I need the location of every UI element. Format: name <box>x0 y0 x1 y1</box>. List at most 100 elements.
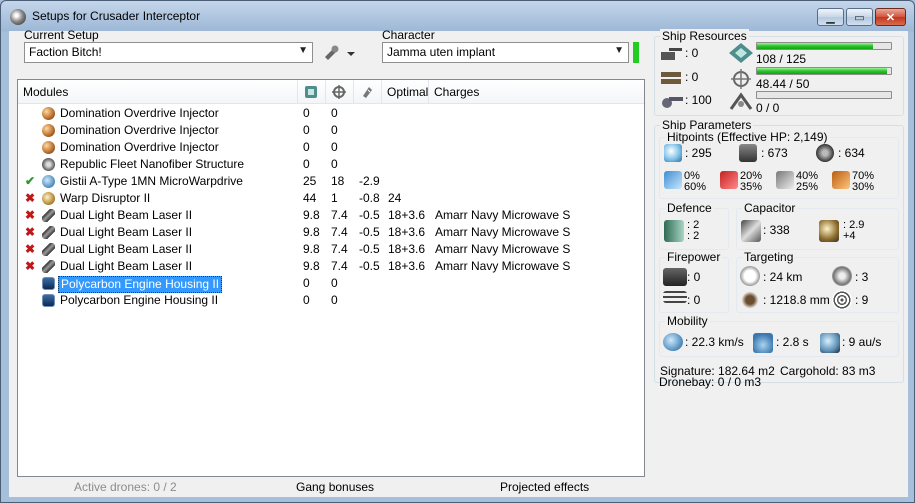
module-row[interactable]: Polycarbon Engine Housing II 0 0 <box>18 292 644 309</box>
module-optimal: 18+3.6 <box>388 225 426 239</box>
module-name: Dual Light Beam Laser II <box>60 242 193 256</box>
module-state-icon[interactable]: ✖ <box>24 208 36 222</box>
ship-parameters-group: Ship Parameters Hitpoints (Effective HP:… <box>654 118 904 383</box>
turret-dps-value: : 0 <box>687 270 701 284</box>
module-state-icon[interactable]: ✖ <box>24 225 36 239</box>
module-cpu: 0 <box>303 140 310 154</box>
projected-effects-button[interactable]: Projected effects <box>500 480 589 494</box>
minimize-button[interactable]: ▁ <box>817 8 844 26</box>
module-capacitor: -0.5 <box>359 208 380 222</box>
modules-header: Modules Optimal Charges <box>18 80 644 104</box>
character-select[interactable]: Jamma uten implant ▼ <box>382 42 629 63</box>
module-row[interactable]: Republic Fleet Nanofiber Structure 0 0 <box>18 156 644 173</box>
maximize-button[interactable]: ▭ <box>846 8 873 26</box>
powergrid-bar <box>756 67 892 75</box>
capacitor-recharge-icon <box>819 220 839 242</box>
module-name: Domination Overdrive Injector <box>60 106 219 120</box>
overdrive-icon <box>42 141 55 154</box>
cargohold-capacity: Cargohold: 83 m3 <box>780 364 876 378</box>
module-optimal: 18+3.6 <box>388 208 426 222</box>
setup-select[interactable]: Faction Bitch! ▼ <box>24 42 313 63</box>
col-cpu[interactable] <box>298 80 326 104</box>
powergrid-bar-fill <box>757 68 887 74</box>
laser-icon <box>42 260 55 273</box>
align-time-icon <box>753 333 773 353</box>
close-button[interactable]: ✕ <box>875 8 906 26</box>
warp-speed-icon <box>820 333 840 353</box>
module-optimal: 24 <box>388 191 402 205</box>
module-row[interactable]: ✖ Warp Disruptor II 44 1 -0.8 24 <box>18 190 644 207</box>
module-capacitor: -0.5 <box>359 242 380 256</box>
module-cpu: 0 <box>303 123 310 137</box>
armor-hp-value: : 673 <box>761 146 788 160</box>
kinetic-resist-bottom: 25% <box>796 181 819 193</box>
missile-dps-value: : 0 <box>687 293 701 307</box>
module-optimal: 18+3.6 <box>388 259 426 273</box>
col-optimal[interactable]: Optimal <box>382 80 429 104</box>
defence-group: Defence : 2 : 2 <box>659 201 729 250</box>
module-row[interactable]: Domination Overdrive Injector 0 0 <box>18 139 644 156</box>
module-state-icon[interactable]: ✔ <box>24 174 36 188</box>
module-state-icon[interactable]: ✖ <box>24 242 36 256</box>
module-row[interactable]: Polycarbon Engine Housing II 0 0 <box>18 275 644 293</box>
max-targets-icon <box>832 266 852 286</box>
module-name: Dual Light Beam Laser II <box>60 225 193 239</box>
module-capacitor: -0.5 <box>359 259 380 273</box>
module-row[interactable]: ✖ Dual Light Beam Laser II 9.8 7.4 -0.5 18+3.… <box>18 224 644 241</box>
defence-title: Defence <box>665 201 714 215</box>
module-powergrid: 0 <box>331 123 338 137</box>
thermal-resist-bottom: 35% <box>740 181 763 193</box>
module-name: Polycarbon Engine Housing II <box>60 293 219 307</box>
module-powergrid: 0 <box>331 106 338 120</box>
col-modules[interactable]: Modules <box>18 80 298 104</box>
capacitor-delta-value: +4 <box>843 230 856 242</box>
module-name: Polycarbon Engine Housing II <box>58 276 223 293</box>
power-grid-icon <box>731 69 751 89</box>
module-capacitor: -0.5 <box>359 225 380 239</box>
power-grid-icon <box>332 85 346 99</box>
thermal-resist-icon <box>720 171 738 189</box>
wrench-icon <box>325 45 355 60</box>
laser-icon <box>42 226 55 239</box>
title-bar[interactable]: Setups for Crusader Interceptor ▁ ▭ ✕ <box>1 1 914 31</box>
em-resist-bottom: 60% <box>684 181 707 193</box>
col-charges[interactable]: Charges <box>429 80 644 104</box>
module-row[interactable]: ✔ Gistii A-Type 1MN MicroWarpdrive 25 18 -2.… <box>18 173 644 190</box>
col-capacitor[interactable] <box>354 80 382 104</box>
module-powergrid: 0 <box>331 157 338 171</box>
module-capacitor: -0.8 <box>359 191 380 205</box>
cpu-icon <box>729 43 753 63</box>
shield-icon <box>664 144 682 162</box>
em-resist-icon <box>664 171 682 189</box>
module-state-icon[interactable]: ✖ <box>24 259 36 273</box>
module-powergrid: 0 <box>331 293 338 307</box>
setup-tools-button[interactable] <box>321 43 359 63</box>
module-powergrid: 7.4 <box>331 259 348 273</box>
capacitor-title: Capacitor <box>742 201 798 215</box>
module-charges: Amarr Navy Microwave S <box>435 225 571 239</box>
modules-list[interactable]: Modules Optimal Charges Domination Overd… <box>17 79 645 477</box>
gang-bonuses-button[interactable]: Gang bonuses <box>296 480 374 494</box>
module-charges: Amarr Navy Microwave S <box>435 208 571 222</box>
module-row[interactable]: Domination Overdrive Injector 0 0 <box>18 122 644 139</box>
launcher-hardpoints-value: : 0 <box>685 70 699 84</box>
module-row[interactable]: ✖ Dual Light Beam Laser II 9.8 7.4 -0.5 18+3.… <box>18 258 644 275</box>
module-row[interactable]: ✖ Dual Light Beam Laser II 9.8 7.4 -0.5 18+3.… <box>18 207 644 224</box>
module-name: Domination Overdrive Injector <box>60 140 219 154</box>
missile-dps-icon <box>663 291 687 303</box>
max-velocity-value: : 22.3 km/s <box>685 335 744 349</box>
structure-icon <box>816 144 834 162</box>
module-state-icon[interactable]: ✖ <box>24 191 36 205</box>
cpu-value: 108 / 125 <box>756 52 807 66</box>
laser-icon <box>42 209 55 222</box>
col-powergrid[interactable] <box>326 80 354 104</box>
module-powergrid: 7.4 <box>331 208 348 222</box>
module-cpu: 9.8 <box>303 208 320 222</box>
overdrive-icon <box>42 107 55 120</box>
module-name: Gistii A-Type 1MN MicroWarpdrive <box>60 174 243 188</box>
module-row[interactable]: Domination Overdrive Injector 0 0 <box>18 105 644 122</box>
character-label: Character <box>382 28 435 42</box>
module-row[interactable]: ✖ Dual Light Beam Laser II 9.8 7.4 -0.5 18+3.… <box>18 241 644 258</box>
module-cpu: 44 <box>303 191 317 205</box>
module-cpu: 9.8 <box>303 225 320 239</box>
